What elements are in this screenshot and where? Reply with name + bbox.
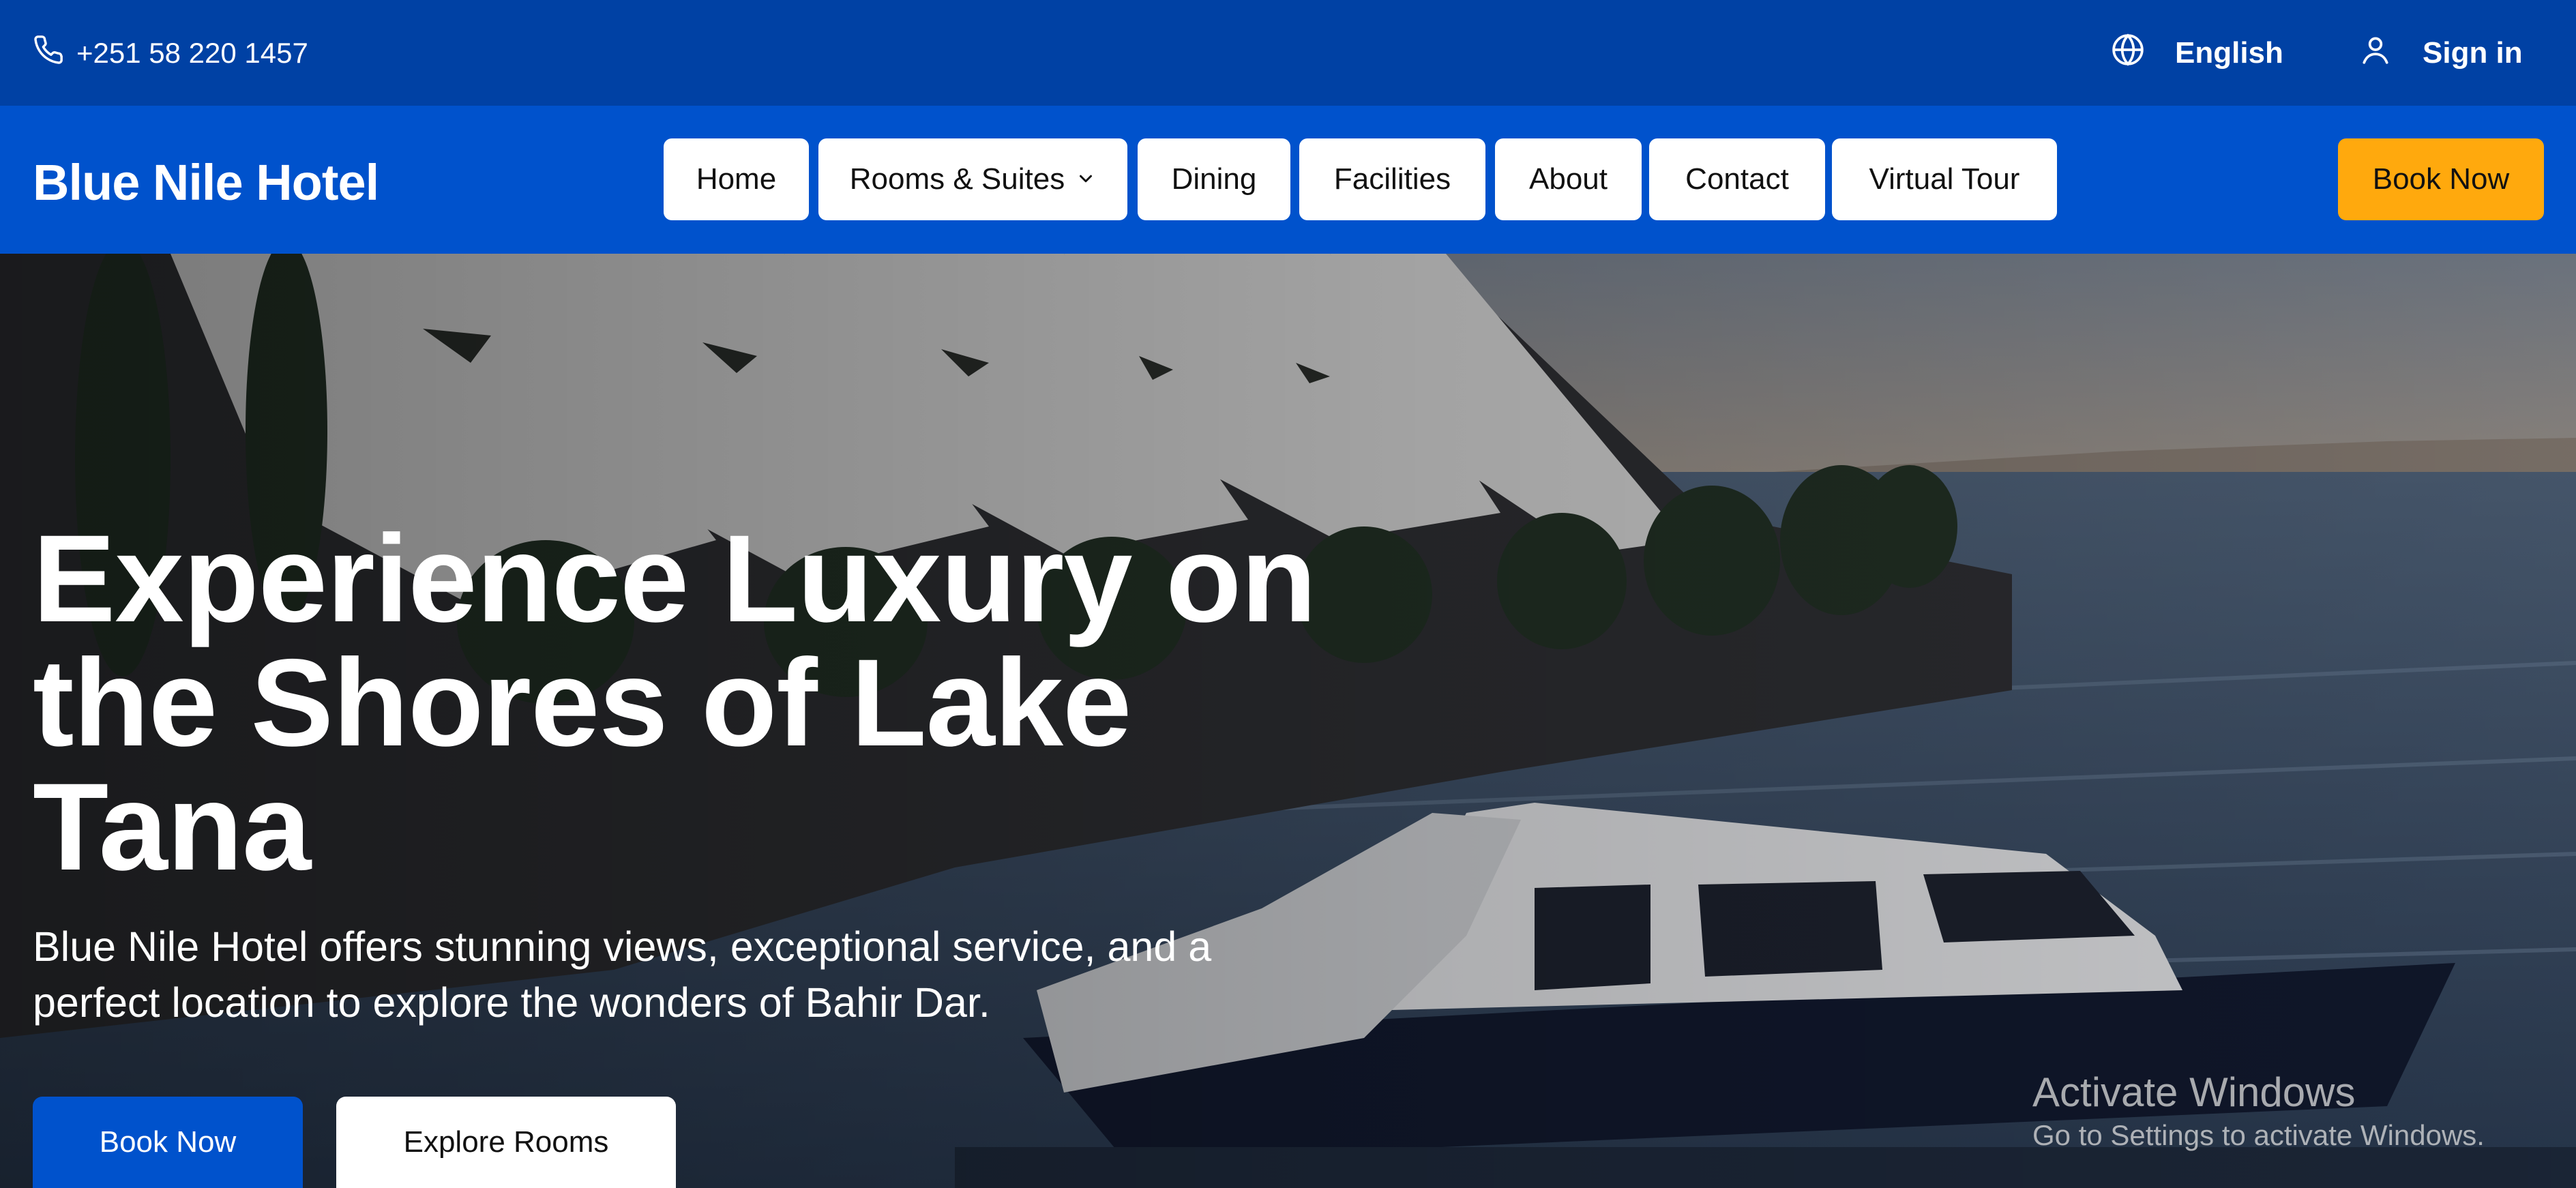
watermark-subtitle: Go to Settings to activate Windows. — [2032, 1119, 2485, 1151]
chevron-down-icon — [1076, 162, 1096, 196]
top-utility-bar: +251 58 220 1457 English Sign in — [0, 0, 2576, 106]
nav-item-facilities[interactable]: Facilities — [1299, 138, 1485, 220]
language-label: English — [2175, 36, 2283, 70]
book-now-button[interactable]: Book Now — [2338, 138, 2544, 220]
phone-number: +251 58 220 1457 — [76, 37, 308, 69]
globe-icon — [2111, 33, 2145, 74]
explore-rooms-button[interactable]: Explore Rooms — [336, 1097, 676, 1188]
nav-item-label: Facilities — [1333, 162, 1451, 196]
user-icon — [2358, 33, 2393, 74]
nav-item-rooms-suites[interactable]: Rooms & Suites — [818, 138, 1127, 220]
nav-item-contact[interactable]: Contact — [1649, 138, 1825, 220]
sign-in-link[interactable]: Sign in — [2358, 31, 2523, 75]
hero-book-now-button[interactable]: Book Now — [33, 1097, 303, 1188]
nav-item-label: Home — [696, 162, 777, 196]
nav-item-label: Rooms & Suites — [849, 162, 1065, 196]
nav-item-label: Dining — [1171, 162, 1257, 196]
phone-contact[interactable]: +251 58 220 1457 — [33, 34, 308, 72]
nav-item-label: About — [1529, 162, 1608, 196]
language-selector[interactable]: English — [2111, 31, 2283, 75]
activate-windows-watermark: Activate Windows Go to Settings to activ… — [2032, 1069, 2485, 1155]
nav-item-dining[interactable]: Dining — [1138, 138, 1290, 220]
phone-icon — [33, 34, 64, 72]
hero-section: Experience Luxury on the Shores of Lake … — [0, 254, 2576, 1188]
nav-item-virtual-tour[interactable]: Virtual Tour — [1832, 138, 2057, 220]
brand-logo[interactable]: Blue Nile Hotel — [33, 153, 379, 211]
hero-title: Experience Luxury on the Shores of Lake … — [33, 509, 1317, 896]
nav-item-label: Contact — [1685, 162, 1789, 196]
nav-item-home[interactable]: Home — [664, 138, 809, 220]
main-navbar: Blue Nile Hotel Home Rooms & Suites Dini… — [0, 106, 2576, 254]
sign-in-label: Sign in — [2423, 36, 2523, 70]
hero-subtitle: Blue Nile Hotel offers stunning views, e… — [33, 923, 1212, 1026]
nav-item-about[interactable]: About — [1495, 138, 1642, 220]
nav-item-label: Virtual Tour — [1869, 162, 2020, 196]
watermark-title: Activate Windows — [2032, 1069, 2356, 1115]
